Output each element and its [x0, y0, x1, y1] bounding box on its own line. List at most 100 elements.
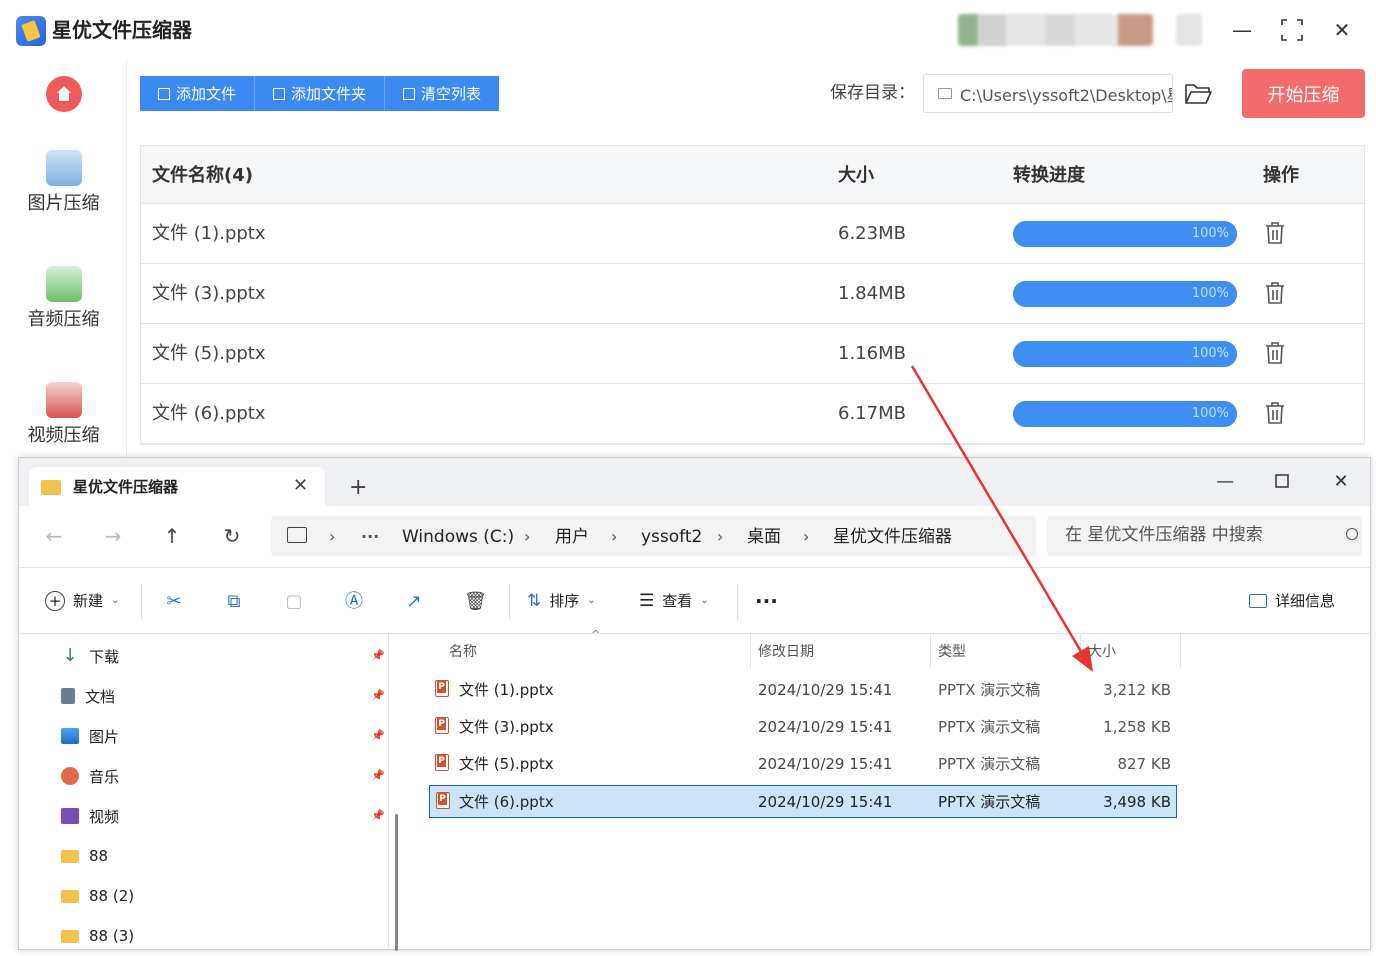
pin-icon[interactable]: 📌 [371, 769, 385, 782]
breadcrumb-item[interactable]: 用户 [555, 526, 589, 548]
details-button[interactable]: 详细信息 [1249, 590, 1335, 612]
explorer-file-list: ^ 名称 修改日期 类型 大小 文件 (1).pptx 2024/10/29 1… [409, 628, 1369, 951]
maximize-icon[interactable] [1276, 14, 1308, 46]
rename-icon[interactable]: Ⓐ [344, 592, 364, 612]
user-badge-blurred[interactable] [1176, 14, 1202, 46]
breadcrumb-separator: › [611, 527, 618, 546]
table-row[interactable]: 文件 (1).pptx 6.23MB 100% [141, 204, 1364, 264]
delete-icon[interactable] [1264, 221, 1286, 245]
new-tab-icon[interactable]: + [349, 476, 367, 500]
user-avatar-blurred[interactable] [958, 14, 1153, 46]
minimize-icon[interactable]: — [1210, 466, 1240, 496]
close-icon[interactable]: ✕ [1326, 14, 1358, 46]
folder-outline-icon [938, 88, 952, 99]
pin-icon[interactable]: 📌 [371, 649, 385, 662]
explorer-tab[interactable]: 星优文件压缩器 ✕ [29, 467, 325, 507]
more-crumbs-icon[interactable]: ··· [361, 526, 379, 548]
chevron-down-icon: ⌄ [700, 595, 709, 606]
table-row[interactable]: 文件 (5).pptx 1.16MB 100% [141, 324, 1364, 384]
delete-icon[interactable] [1264, 281, 1286, 305]
search-input[interactable]: 在 星优文件压缩器 中搜索 [1047, 516, 1362, 556]
clear-list-button[interactable]: 清空列表 [385, 76, 500, 111]
nav-item-label: 音乐 [89, 767, 120, 786]
col-name[interactable]: 名称 [449, 642, 477, 662]
breadcrumb-item[interactable]: Windows (C:) [402, 526, 514, 548]
col-type[interactable]: 类型 [938, 642, 966, 662]
file-row[interactable]: 文件 (3).pptx 2024/10/29 15:41 PPTX 演示文稿 1… [429, 711, 1177, 744]
chevron-down-icon: ⌄ [111, 595, 120, 606]
nav-item-folder[interactable]: 88 [61, 836, 381, 876]
browse-folder-icon[interactable] [1184, 80, 1212, 106]
address-bar[interactable]: › ··· Windows (C:) › 用户 › yssoft2 › 桌面 ›… [271, 516, 1036, 556]
cut-icon[interactable]: ✂ [164, 592, 184, 612]
column-divider[interactable] [1180, 634, 1181, 668]
breadcrumb-separator: › [329, 527, 336, 546]
videos-icon [61, 808, 79, 824]
nav-item-documents[interactable]: 文档 📌 [61, 676, 385, 716]
nav-item-pictures[interactable]: 图片 📌 [61, 716, 385, 756]
nav-item-downloads[interactable]: ↓ 下载 📌 [61, 636, 385, 676]
breadcrumb-item[interactable]: 桌面 [747, 526, 781, 548]
file-row[interactable]: 文件 (5).pptx 2024/10/29 15:41 PPTX 演示文稿 8… [429, 748, 1177, 781]
share-icon[interactable]: ↗ [404, 592, 424, 612]
close-icon[interactable]: ✕ [1326, 466, 1356, 496]
breadcrumb-separator: › [803, 527, 810, 546]
nav-item-folder[interactable]: 88 (3) [61, 916, 381, 956]
pin-icon[interactable]: 📌 [371, 729, 385, 742]
home-icon[interactable] [46, 76, 82, 112]
breadcrumb-item[interactable]: yssoft2 [641, 526, 702, 548]
minimize-icon[interactable]: — [1226, 14, 1258, 46]
back-icon[interactable]: ← [39, 524, 69, 548]
column-divider[interactable] [930, 634, 931, 668]
file-row[interactable]: 文件 (1).pptx 2024/10/29 15:41 PPTX 演示文稿 3… [429, 674, 1177, 707]
col-filename[interactable]: 文件名称(4) [152, 164, 253, 188]
view-label: 查看 [662, 592, 693, 610]
add-file-button[interactable]: 添加文件 [140, 76, 256, 111]
delete-icon[interactable] [1264, 341, 1286, 365]
col-size[interactable]: 大小 [1088, 642, 1116, 662]
up-icon[interactable]: ↑ [157, 524, 187, 548]
sort-indicator-icon: ^ [591, 628, 601, 641]
pptx-file-icon [436, 792, 450, 809]
pin-icon[interactable]: 📌 [371, 689, 385, 702]
new-button[interactable]: + 新建 ⌄ [45, 590, 119, 612]
view-button[interactable]: ☰ 查看 ⌄ [639, 590, 709, 612]
copy-icon[interactable]: ⧉ [224, 592, 244, 612]
sidebar-item-image[interactable]: 图片压缩 [0, 150, 127, 216]
nav-item-label: 图片 [89, 727, 120, 746]
nav-item-videos[interactable]: 视频 📌 [61, 796, 385, 836]
more-options-icon[interactable]: ··· [755, 590, 778, 612]
nav-item-music[interactable]: 音乐 📌 [61, 756, 385, 796]
sidebar-item-audio[interactable]: 音频压缩 [0, 266, 127, 332]
table-row[interactable]: 文件 (3).pptx 1.84MB 100% [141, 264, 1364, 324]
sort-button[interactable]: ⇅ 排序 ⌄ [527, 590, 596, 612]
breadcrumb-separator: › [717, 527, 724, 546]
pin-icon[interactable]: 📌 [371, 809, 385, 822]
plus-icon: + [45, 591, 65, 611]
refresh-icon[interactable]: ↻ [217, 524, 247, 548]
tab-close-icon[interactable]: ✕ [293, 475, 308, 496]
breadcrumb-item[interactable]: 星优文件压缩器 [833, 526, 952, 548]
nav-item-label: 视频 [89, 807, 120, 826]
delete-icon[interactable]: 🗑 [464, 592, 487, 612]
col-progress: 转换进度 [1013, 165, 1085, 186]
paste-icon[interactable]: ▢ [284, 592, 304, 612]
nav-item-folder[interactable]: 88 (2) [61, 876, 381, 916]
file-row-selected[interactable]: 文件 (6).pptx 2024/10/29 15:41 PPTX 演示文稿 3… [429, 785, 1177, 818]
save-path-input[interactable]: C:\Users\yssoft2\Desktop\星 [923, 74, 1173, 113]
delete-icon[interactable] [1264, 401, 1286, 425]
nav-pane-scrollbar[interactable] [395, 814, 398, 951]
table-row[interactable]: 文件 (6).pptx 6.17MB 100% [141, 384, 1364, 444]
start-compress-button[interactable]: 开始压缩 [1242, 69, 1365, 118]
add-folder-button[interactable]: 添加文件夹 [255, 76, 386, 111]
col-date[interactable]: 修改日期 [758, 642, 814, 662]
forward-icon[interactable]: → [98, 524, 128, 548]
column-divider[interactable] [1080, 634, 1081, 668]
details-pane-icon [1249, 594, 1267, 608]
file-type: PPTX 演示文稿 [938, 718, 1041, 736]
sidebar-item-video[interactable]: 视频压缩 [0, 382, 127, 448]
column-divider[interactable] [750, 634, 751, 668]
computer-icon [287, 527, 307, 543]
file-name: 文件 (6).pptx [459, 793, 554, 811]
maximize-icon[interactable] [1267, 466, 1297, 496]
